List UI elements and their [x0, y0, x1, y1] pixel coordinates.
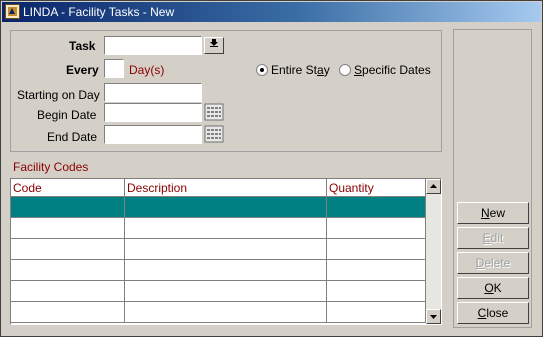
end-date-label: End Date: [47, 130, 98, 144]
delete-button[interactable]: Delete: [457, 252, 529, 274]
vertical-scrollbar[interactable]: [426, 179, 441, 324]
ok-button[interactable]: OK: [457, 277, 529, 299]
begin-date-field[interactable]: [104, 103, 202, 122]
radio-selected-dot: [260, 68, 264, 72]
starting-on-day-field[interactable]: [104, 83, 202, 102]
entire-stay-label[interactable]: Entire Stay: [271, 63, 330, 77]
arrow-down-icon: [430, 315, 437, 319]
edit-button[interactable]: Edit: [457, 227, 529, 249]
scroll-down-button[interactable]: [426, 309, 441, 324]
new-button[interactable]: New: [457, 202, 529, 224]
arrow-up-icon: [430, 184, 437, 188]
facility-codes-title: Facility Codes: [13, 160, 89, 174]
every-field[interactable]: [104, 59, 124, 78]
begin-date-calendar-icon[interactable]: [204, 103, 224, 121]
title-bar[interactable]: LINDA - Facility Tasks - New: [2, 2, 541, 22]
table-row[interactable]: [11, 280, 426, 302]
column-header-quantity[interactable]: Quantity: [326, 179, 426, 197]
task-label: Task: [69, 39, 96, 53]
table-row[interactable]: [11, 259, 426, 281]
task-field[interactable]: [104, 36, 202, 55]
entire-stay-radio[interactable]: [256, 64, 268, 76]
window-title: LINDA - Facility Tasks - New: [23, 5, 175, 19]
download-arrow-icon: [210, 39, 218, 47]
facility-codes-grid[interactable]: Code Description Quantity: [10, 178, 442, 325]
end-date-calendar-icon[interactable]: [204, 125, 224, 143]
column-header-description[interactable]: Description: [124, 179, 327, 197]
facility-codes-table: Code Description Quantity: [11, 179, 426, 323]
table-row[interactable]: [11, 217, 426, 239]
table-row[interactable]: [11, 196, 426, 218]
begin-date-label: Begin Date: [37, 108, 97, 122]
app-icon: [5, 4, 20, 19]
facility-tasks-window: LINDA - Facility Tasks - New Task Every …: [0, 0, 543, 337]
specific-dates-radio[interactable]: [339, 64, 351, 76]
every-label: Every: [66, 63, 99, 77]
column-header-code[interactable]: Code: [11, 179, 125, 197]
starting-on-day-label: Starting on Day: [17, 88, 100, 102]
table-header-row: Code Description Quantity: [11, 179, 426, 197]
end-date-field[interactable]: [104, 125, 202, 144]
task-dropdown-button[interactable]: [204, 37, 224, 54]
close-button[interactable]: Close: [457, 302, 529, 324]
scroll-up-button[interactable]: [426, 179, 441, 194]
table-row[interactable]: [11, 301, 426, 323]
table-row[interactable]: [11, 238, 426, 260]
specific-dates-label[interactable]: Specific Dates: [354, 63, 431, 77]
task-details-panel: Task Every Day(s) Entire Stay Specific D…: [10, 30, 442, 152]
days-label: Day(s): [129, 63, 165, 77]
